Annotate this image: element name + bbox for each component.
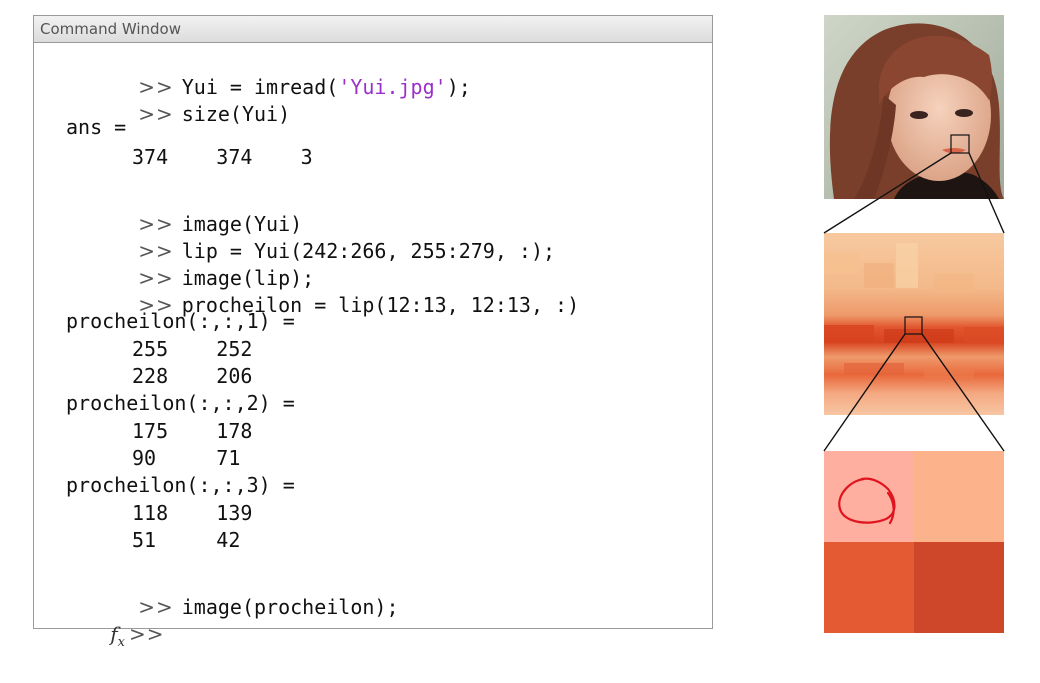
string-literal: 'Yui.jpg'	[338, 75, 447, 99]
lip-closeup-image	[824, 233, 1004, 415]
command-line: >> size(Yui)	[138, 102, 291, 126]
output-line: ans =	[66, 115, 127, 139]
output-line: 51 42	[132, 528, 241, 552]
output-line: 255 252	[132, 337, 253, 361]
output-line: 90 71	[132, 446, 241, 470]
command-window-title: Command Window	[34, 16, 712, 43]
output-line: 374 374 3	[132, 145, 313, 169]
command-line: >> image(procheilon);	[138, 595, 399, 619]
output-line: 175 178	[132, 419, 253, 443]
current-prompt-line[interactable]: fx >>	[38, 594, 173, 650]
pixel-bottom-left	[824, 542, 914, 633]
command-line: >> lip = Yui(242:266, 255:279, :);	[138, 239, 556, 263]
command-line: >> procheilon = lip(12:13, 12:13, :)	[138, 293, 580, 317]
command-window: Command Window >> Yui = imread('Yui.jpg')…	[33, 15, 713, 650]
command-line: >> image(lip);	[138, 266, 315, 290]
portrait-image	[824, 15, 1004, 199]
pixel-bottom-right	[914, 542, 1004, 633]
command-line: >> image(Yui)	[138, 212, 303, 236]
function-browser-icon[interactable]: fx	[110, 622, 125, 650]
output-line: 118 139	[132, 501, 253, 525]
output-line: procheilon(:,:,3) =	[66, 473, 295, 497]
output-line: procheilon(:,:,1) =	[66, 309, 295, 333]
pixel-top-left	[824, 451, 914, 542]
prompt-symbol: >>	[129, 622, 165, 646]
command-window-body[interactable]: >> Yui = imread('Yui.jpg'); >> size(Yui) a…	[34, 43, 712, 650]
output-line: 228 206	[132, 364, 253, 388]
command-line: >> Yui = imread('Yui.jpg');	[138, 75, 471, 99]
pixel-top-right	[914, 451, 1004, 542]
output-line: procheilon(:,:,2) =	[66, 391, 295, 415]
procheilon-pixels-image	[824, 451, 1004, 633]
prompt-symbol: >>	[138, 102, 174, 126]
